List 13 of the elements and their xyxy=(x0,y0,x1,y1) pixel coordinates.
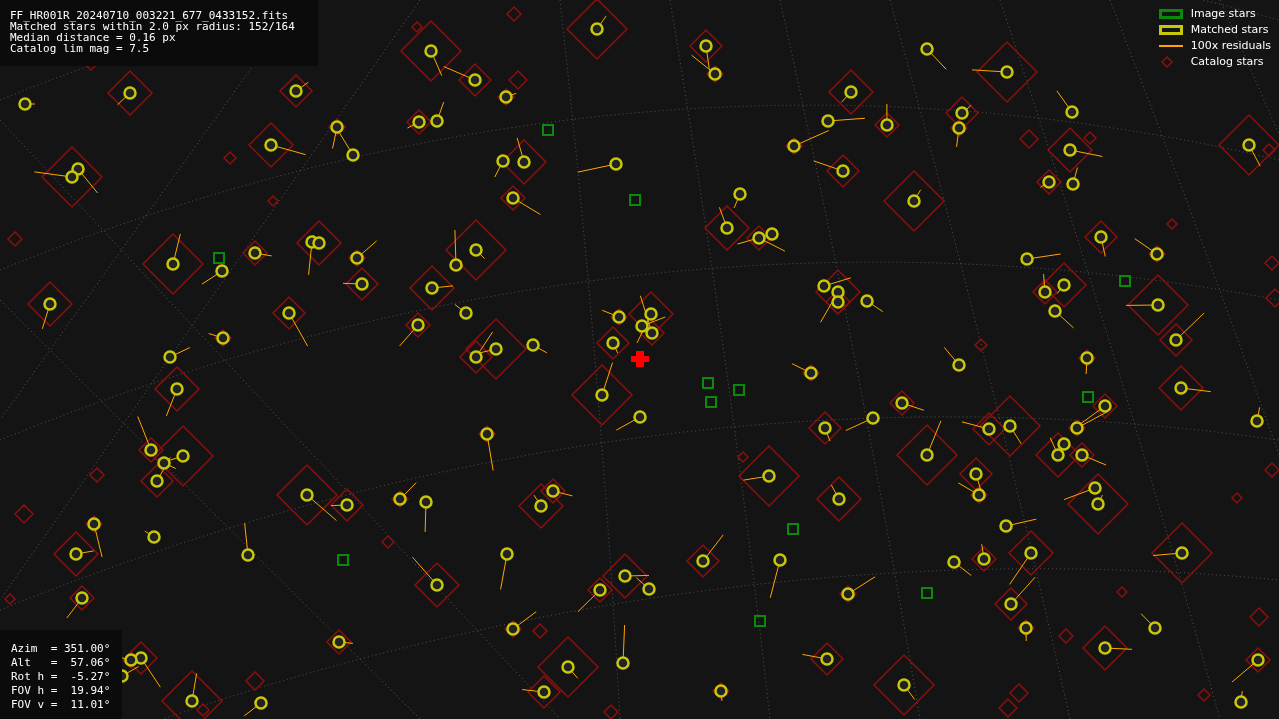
info-text: Matched stars within 2.0 px radius: 152/164 xyxy=(10,21,296,32)
legend-label: Catalog stars xyxy=(1190,55,1264,68)
pointing-text: FOV h = 19.94° xyxy=(11,684,111,698)
info-text: Catalog lim mag = 7.5 xyxy=(10,43,151,54)
legend-label: Image stars xyxy=(1190,7,1256,20)
legend-label: Matched stars xyxy=(1190,23,1269,36)
pointing-text: FOV v = 11.01° xyxy=(11,698,111,712)
legend-label: 100x residuals xyxy=(1190,39,1271,52)
pointing-text: Azim = 351.00° xyxy=(11,642,111,656)
info-text: Median distance = 0.16 px xyxy=(10,32,176,43)
pointing-text: Rot h = -5.27° xyxy=(11,670,111,684)
pointing-text: Alt = 57.06° xyxy=(11,656,111,670)
info-text: FF_HR001R_20240710_003221_677_0433152.fits xyxy=(10,10,290,21)
